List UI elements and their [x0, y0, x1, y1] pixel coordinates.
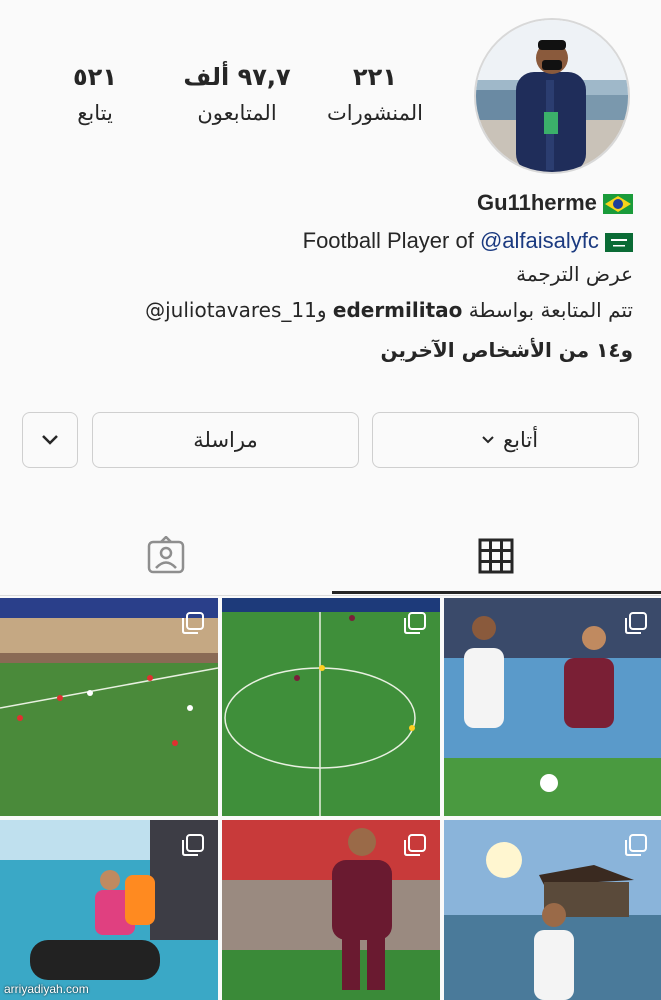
posts-count-label: المنشورات [326, 101, 424, 125]
followed-by-prefix: تتم المتابعة بواسطة [462, 298, 633, 322]
profile-tabs [0, 520, 661, 596]
followed-by-line[interactable]: تتم المتابعة بواسطة edermilitao وjuliota… [13, 298, 633, 322]
post-thumbnail[interactable] [222, 598, 440, 816]
see-translation-link[interactable]: عرض الترجمة [13, 262, 633, 286]
suggested-accounts-button[interactable] [22, 412, 78, 468]
bio-line: Football Player of @alfaisalyfc [13, 228, 633, 254]
bio-mention-link[interactable]: @alfaisalyfc [480, 228, 599, 253]
posts-count[interactable]: ٢٢١ المنشورات [310, 58, 440, 130]
username-text: Gu11herme [477, 190, 597, 215]
followed-by-and: و [316, 298, 333, 322]
posts-count-value: ٢٢١ [353, 63, 397, 91]
following-count-value: ٥٢١ [73, 63, 117, 91]
post-thumbnail[interactable]: arriyadiyah.com [0, 820, 218, 1000]
avatar-photo [476, 20, 628, 172]
followers-count-value: ٩٧,٧ ألف [183, 63, 291, 91]
followed-by-others[interactable]: و١٤ من الأشخاص الآخرين [13, 338, 633, 362]
followed-by-user1[interactable]: edermilitao [333, 298, 463, 322]
multiple-photos-icon [182, 834, 204, 856]
profile-stats: ٢٢١ المنشورات ٩٧,٧ ألف المتابعون ٥٢١ يتا… [40, 58, 440, 138]
tab-tagged[interactable] [147, 535, 185, 578]
message-button[interactable]: مراسلة [92, 412, 359, 468]
username: Gu11herme [13, 190, 633, 216]
multiple-photos-icon [182, 612, 204, 634]
multiple-photos-icon [625, 834, 647, 856]
followers-count-label: المتابعون [197, 101, 277, 125]
post-thumbnail[interactable] [222, 820, 440, 1000]
multiple-photos-icon [404, 612, 426, 634]
saudi-flag-icon [605, 232, 633, 252]
following-count-label: يتابع [77, 101, 113, 125]
bio-text: Football Player of [302, 228, 480, 253]
following-count[interactable]: ٥٢١ يتابع [30, 58, 160, 130]
message-button-label: مراسلة [193, 428, 258, 452]
posts-grid: arriyadiyah.com [0, 598, 661, 1000]
grid-icon [478, 538, 514, 574]
post-thumbnail[interactable] [444, 820, 661, 1000]
follow-button-label: أتابع [502, 428, 539, 452]
multiple-photos-icon [404, 834, 426, 856]
profile-avatar[interactable] [474, 18, 630, 174]
multiple-photos-icon [625, 612, 647, 634]
chevron-down-icon [42, 435, 58, 445]
post-thumbnail[interactable] [0, 598, 218, 816]
watermark: arriyadiyah.com [4, 982, 89, 996]
brazil-flag-icon [603, 194, 633, 215]
follow-button[interactable]: أتابع [372, 412, 639, 468]
tagged-icon [147, 535, 185, 574]
post-thumbnail[interactable] [444, 598, 661, 816]
chevron-down-icon [482, 436, 494, 444]
active-tab-indicator [332, 591, 661, 594]
tab-posts-grid[interactable] [478, 538, 514, 578]
followed-by-user2[interactable]: juliotavares_11@ [145, 298, 317, 322]
followers-count[interactable]: ٩٧,٧ ألف المتابعون [172, 58, 302, 130]
